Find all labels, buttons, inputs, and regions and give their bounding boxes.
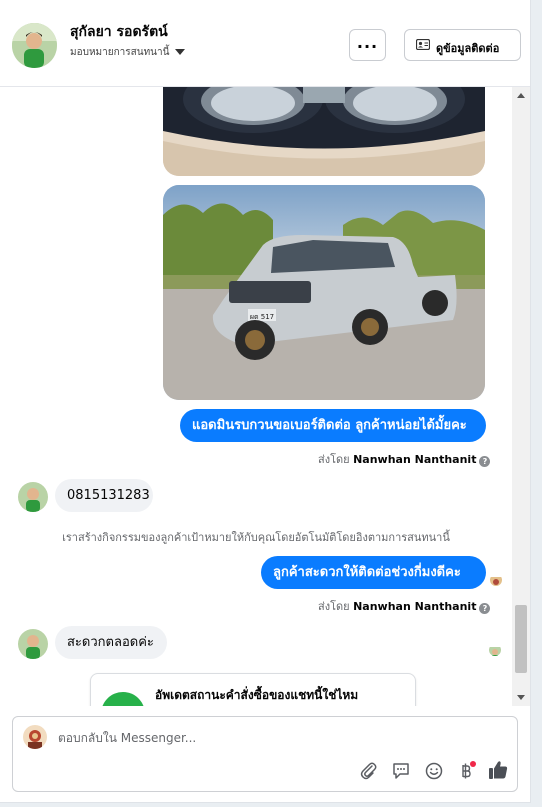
contact-avatar[interactable] bbox=[12, 23, 57, 68]
more-options-label: ... bbox=[356, 33, 379, 52]
scroll-thumb[interactable] bbox=[515, 605, 527, 673]
page-avatar bbox=[23, 725, 47, 749]
caret-down-icon bbox=[175, 49, 186, 55]
view-contact-button[interactable]: ดูข้อมูลติดต่อ bbox=[404, 29, 521, 61]
contact-card-icon bbox=[415, 38, 431, 53]
outgoing-message[interactable]: แอดมินรบกวนขอเบอร์ติดต่อ ลูกค้าหน่อยได้ม… bbox=[180, 409, 486, 442]
chat-bubble-icon[interactable] bbox=[391, 761, 411, 781]
sender-name: Nanwhan Nanthanit bbox=[353, 600, 477, 613]
more-options-button[interactable]: ... bbox=[349, 29, 386, 61]
baht-icon[interactable] bbox=[456, 761, 476, 781]
order-status-title: อัพเดตสถานะคำสั่งซื้อของแชทนี้ใช่ไหม bbox=[155, 688, 359, 702]
contact-avatar-small bbox=[18, 482, 48, 512]
system-note: เราสร้างกิจกรรมของลูกค้าเป้าหมายให้กับคุ… bbox=[62, 531, 450, 544]
order-status-card[interactable]: อัพเดตสถานะคำสั่งซื้อของแชทนี้ใช่ไหม bbox=[90, 673, 416, 706]
conversation-header: สุกัลยา รอดรัตน์ มอบหมายการสนทนานี้ ... … bbox=[0, 0, 530, 87]
incoming-message[interactable]: สะดวกตลอดค่ะ bbox=[55, 626, 167, 659]
seen-avatar bbox=[489, 644, 501, 656]
assign-label: มอบหมายการสนทนานี้ bbox=[70, 47, 170, 58]
scroll-up-arrow-icon[interactable] bbox=[517, 93, 525, 98]
sent-by-prefix: ส่งโดย bbox=[318, 600, 350, 613]
view-contact-label: ดูข้อมูลติดต่อ bbox=[436, 42, 500, 55]
contact-name: สุกัลยา รอดรัตน์ bbox=[70, 24, 168, 40]
order-status-icon bbox=[101, 692, 145, 706]
assign-conversation-dropdown[interactable]: มอบหมายการสนทนานี้ bbox=[70, 45, 186, 60]
plate-text: ผต 517 bbox=[250, 313, 274, 321]
info-icon[interactable]: ? bbox=[479, 603, 491, 614]
truck-photo[interactable]: ผต 517 bbox=[163, 185, 485, 400]
notification-dot bbox=[470, 761, 476, 767]
thumbs-up-icon[interactable] bbox=[487, 759, 508, 779]
message-list[interactable]: ผต 517 แอดมินรบกวนขอเบอร์ติดต่อ ลูกค้าหน… bbox=[0, 87, 512, 706]
sent-by-line: ส่งโดย Nanwhan Nanthanit? bbox=[318, 597, 491, 615]
incoming-message[interactable]: 0815131283 bbox=[55, 479, 153, 512]
smiley-icon[interactable] bbox=[424, 761, 444, 781]
dashboard-photo[interactable] bbox=[163, 87, 485, 176]
contact-avatar-small bbox=[18, 629, 48, 659]
sent-by-prefix: ส่งโดย bbox=[318, 453, 350, 466]
sender-name: Nanwhan Nanthanit bbox=[353, 453, 477, 466]
message-scrollbar[interactable] bbox=[512, 87, 530, 706]
scroll-down-arrow-icon[interactable] bbox=[517, 695, 525, 700]
info-icon[interactable]: ? bbox=[479, 456, 491, 467]
chat-panel: สุกัลยา รอดรัตน์ มอบหมายการสนทนานี้ ... … bbox=[0, 0, 531, 803]
outgoing-message[interactable]: ลูกค้าสะดวกให้ติดต่อช่วงกี่มงดีคะ bbox=[261, 556, 486, 589]
reply-composer[interactable]: ตอบกลับใน Messenger... bbox=[12, 716, 518, 792]
reply-input[interactable]: ตอบกลับใน Messenger... bbox=[58, 729, 196, 748]
paperclip-icon[interactable] bbox=[359, 761, 379, 781]
read-receipt-avatar bbox=[490, 574, 502, 586]
sent-by-line: ส่งโดย Nanwhan Nanthanit? bbox=[318, 450, 491, 468]
